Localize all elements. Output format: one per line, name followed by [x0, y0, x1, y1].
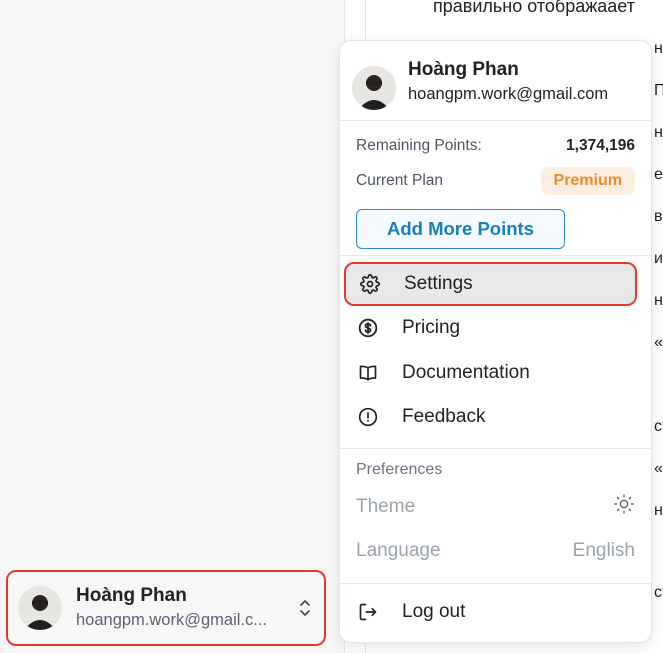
- menu-item-feedback[interactable]: Feedback: [340, 395, 651, 440]
- menu-item-label: Settings: [404, 273, 473, 294]
- user-menu-dropdown: Hoàng Phan hoangpm.work@gmail.com Remain…: [339, 40, 652, 643]
- language-row[interactable]: Language English: [356, 529, 635, 573]
- user-email: hoangpm.work@gmail.c...: [76, 611, 267, 629]
- sidebar: Hoàng Phan hoangpm.work@gmail.c...: [0, 0, 345, 653]
- content-fragment: нь: [654, 40, 663, 57]
- user-account-switcher[interactable]: Hoàng Phan hoangpm.work@gmail.c...: [6, 570, 326, 646]
- content-fragment: е: [654, 166, 663, 183]
- chevron-up-down-icon: [300, 600, 310, 616]
- theme-label: Theme: [356, 496, 416, 517]
- avatar: [18, 586, 62, 630]
- content-fragment: ст: [654, 584, 663, 601]
- user-name: Hoàng Phan: [76, 585, 187, 606]
- language-value: English: [572, 540, 635, 561]
- menu-user-email: hoangpm.work@gmail.com: [408, 84, 609, 103]
- menu-item-label: Pricing: [402, 317, 461, 339]
- menu-item-documentation[interactable]: Documentation: [340, 351, 651, 396]
- menu-item-settings[interactable]: Settings: [344, 262, 637, 306]
- plan-section: Remaining Points: 1,374,196 Current Plan…: [340, 121, 651, 256]
- content-fragment: ст: [654, 418, 663, 435]
- logout-label: Log out: [402, 601, 466, 622]
- content-text: правильно отображаает: [433, 0, 635, 16]
- content-fragment: нь: [654, 292, 663, 309]
- content-fragment: «: [654, 334, 663, 351]
- menu-user-name: Hoàng Phan: [408, 58, 519, 80]
- theme-row[interactable]: Theme: [356, 485, 635, 529]
- plan-badge: Premium: [540, 167, 635, 195]
- menu-user-header: Hoàng Phan hoangpm.work@gmail.com: [340, 41, 651, 121]
- gear-icon: [360, 274, 380, 294]
- dollar-icon: [358, 318, 378, 338]
- content-fragment: П: [654, 82, 663, 99]
- language-label: Language: [356, 540, 441, 561]
- menu-items: Settings Pricing Documentation Feedback: [340, 256, 651, 449]
- preferences-title: Preferences: [356, 461, 443, 478]
- current-plan-label: Current Plan: [356, 172, 444, 189]
- content-fragment: нь: [654, 124, 663, 141]
- content-fragment: ва: [654, 208, 663, 225]
- menu-item-pricing[interactable]: Pricing: [340, 306, 651, 351]
- preferences-section: Preferences Theme Language English: [340, 449, 651, 584]
- logout-button[interactable]: Log out: [340, 584, 651, 640]
- remaining-points-label: Remaining Points:: [356, 137, 482, 154]
- menu-item-label: Documentation: [402, 361, 530, 383]
- content-fragment: и: [654, 250, 663, 267]
- sun-icon: [613, 493, 635, 521]
- menu-item-label: Feedback: [402, 406, 486, 428]
- remaining-points-value: 1,374,196: [566, 137, 635, 154]
- avatar: [352, 65, 396, 110]
- content-fragment: «: [654, 460, 663, 477]
- add-more-points-button[interactable]: Add More Points: [356, 209, 565, 249]
- logout-icon: [358, 602, 378, 622]
- alert-icon: [358, 407, 378, 427]
- content-fragment: нь: [654, 502, 663, 519]
- book-icon: [358, 363, 378, 383]
